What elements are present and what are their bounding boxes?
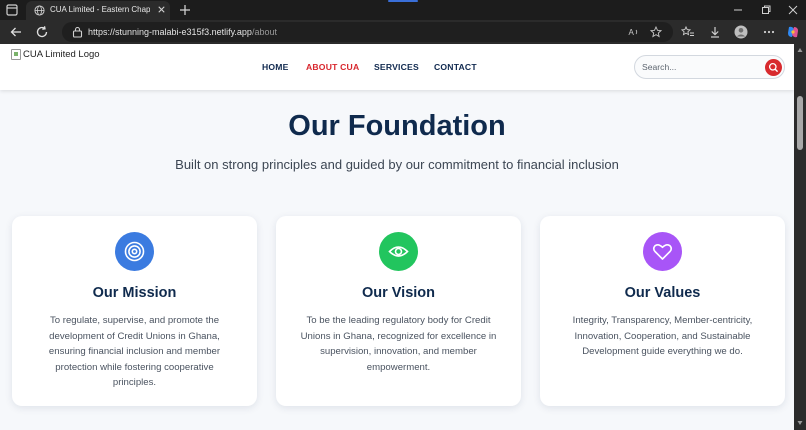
browser-tab-active[interactable]: CUA Limited - Eastern Chapter | E: [26, 1, 170, 20]
globe-icon: [34, 5, 45, 16]
nav-home[interactable]: HOME: [262, 62, 289, 72]
profile-avatar-icon[interactable]: [734, 25, 748, 39]
more-options-icon[interactable]: [762, 25, 776, 39]
url-path: /about: [251, 27, 277, 37]
scroll-down-icon[interactable]: [797, 420, 803, 426]
favorites-icon[interactable]: [681, 25, 695, 39]
search-box: [634, 55, 785, 79]
values-card: Our Values Integrity, Transparency, Memb…: [540, 216, 785, 406]
site-header: CUA Limited Logo HOME ABOUT CUA SERVICES…: [0, 44, 794, 90]
values-title: Our Values: [624, 285, 701, 301]
nav-about[interactable]: ABOUT CUA: [306, 62, 359, 72]
refresh-icon[interactable]: [35, 25, 49, 39]
browser-tab-bar: CUA Limited - Eastern Chapter | E: [0, 0, 806, 20]
vision-card: Our Vision To be the leading regulatory …: [276, 216, 521, 406]
vision-text: To be the leading regulatory body for Cr…: [300, 315, 497, 373]
broken-image-icon: [11, 49, 21, 60]
scroll-up-icon[interactable]: [797, 47, 803, 53]
site-logo[interactable]: CUA Limited Logo: [11, 49, 100, 60]
restore-icon[interactable]: [759, 3, 773, 17]
url-host: https://stunning-malabi-e315f3.netlify.a…: [88, 27, 252, 37]
page-scrollbar[interactable]: [794, 44, 806, 430]
tab-actions-icon[interactable]: [5, 3, 19, 17]
page-title: Our Foundation: [288, 110, 506, 142]
address-bar[interactable]: https://stunning-malabi-e315f3.netlify.a…: [62, 22, 673, 42]
back-icon[interactable]: [9, 25, 23, 39]
svg-text:A: A: [629, 28, 635, 37]
mission-title: Our Mission: [92, 285, 177, 301]
scrollbar-thumb[interactable]: [797, 96, 803, 150]
window-drag-accent: [388, 0, 418, 2]
lock-icon[interactable]: [72, 26, 83, 38]
search-input[interactable]: [642, 60, 760, 74]
minimize-icon[interactable]: [731, 3, 745, 17]
vision-title: Our Vision: [361, 285, 436, 301]
url-text[interactable]: https://stunning-malabi-e315f3.netlify.a…: [88, 27, 277, 37]
page-viewport: CUA Limited Logo HOME ABOUT CUA SERVICES…: [0, 44, 794, 430]
tab-close-icon[interactable]: [156, 4, 167, 15]
read-aloud-icon[interactable]: A: [628, 26, 640, 38]
mission-icon-badge: [115, 232, 154, 271]
downloads-icon[interactable]: [708, 25, 722, 39]
target-icon: [124, 241, 145, 262]
heart-icon: [652, 243, 673, 260]
browser-toolbar: https://stunning-malabi-e315f3.netlify.a…: [0, 20, 806, 44]
eye-icon: [388, 246, 409, 257]
tab-title: CUA Limited - Eastern Chapter | E: [50, 5, 150, 14]
logo-alt-text: CUA Limited Logo: [23, 49, 100, 60]
copilot-icon[interactable]: [786, 25, 800, 39]
nav-services[interactable]: SERVICES: [374, 62, 419, 72]
new-tab-icon[interactable]: [178, 3, 192, 17]
values-text: Integrity, Transparency, Member-centrici…: [572, 315, 753, 357]
favorite-star-icon[interactable]: [650, 26, 662, 38]
nav-contact[interactable]: CONTACT: [434, 62, 477, 72]
values-icon-badge: [643, 232, 682, 271]
vision-icon-badge: [379, 232, 418, 271]
page-subtitle: Built on strong principles and guided by…: [175, 157, 619, 172]
search-button[interactable]: [765, 59, 782, 76]
mission-card: Our Mission To regulate, supervise, and …: [12, 216, 257, 406]
mission-text: To regulate, supervise, and promote the …: [48, 315, 221, 388]
search-icon: [768, 62, 779, 73]
close-window-icon[interactable]: [786, 3, 800, 17]
